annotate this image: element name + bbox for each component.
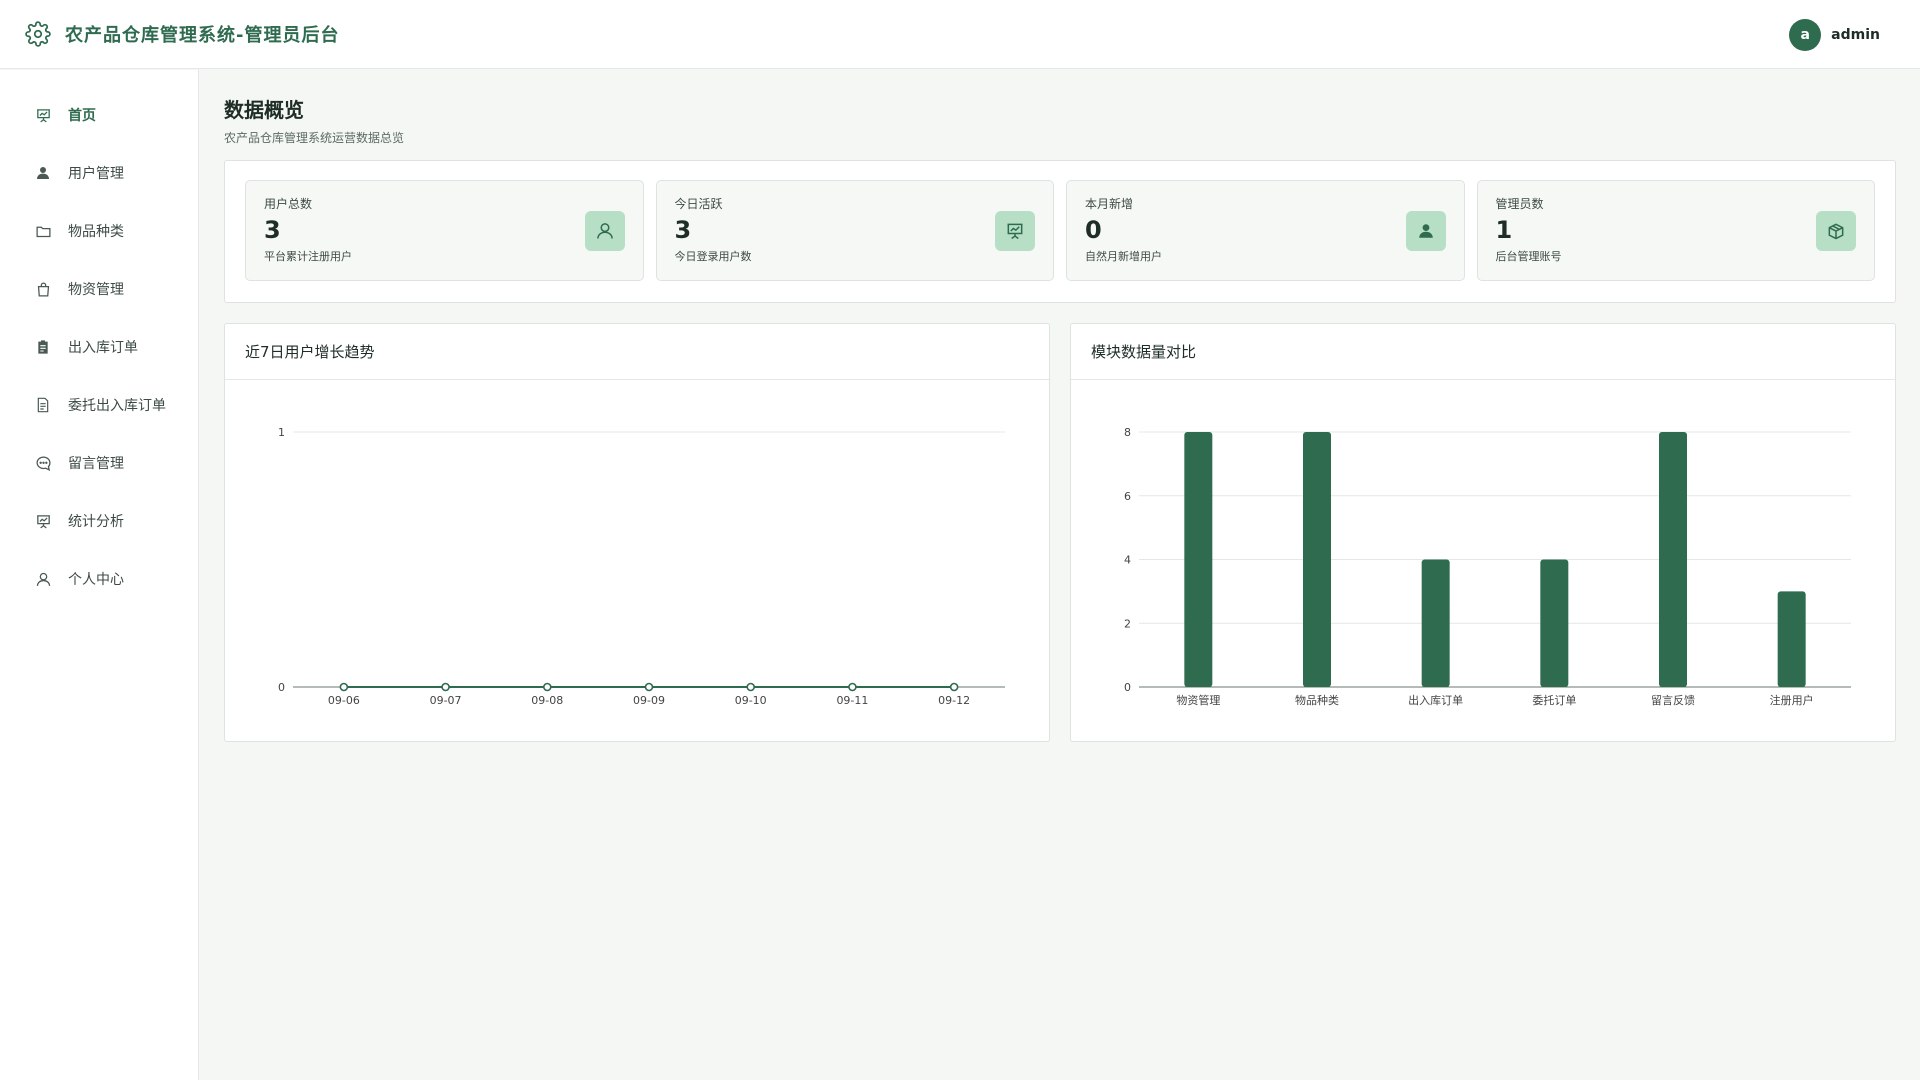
bar bbox=[1303, 432, 1331, 687]
data-point bbox=[542, 682, 552, 692]
sidebar-item-messages[interactable]: 留言管理 bbox=[0, 434, 198, 492]
sidebar-item-label: 首页 bbox=[68, 108, 96, 124]
top-header: 农产品仓库管理系统-管理员后台 a admin bbox=[0, 0, 1920, 69]
user-menu[interactable]: a admin bbox=[1789, 19, 1880, 51]
page-subtitle: 农产品仓库管理系统运营数据总览 bbox=[224, 131, 405, 145]
sidebar-item-label: 物品种类 bbox=[68, 224, 124, 240]
chat-bubble-icon bbox=[34, 454, 52, 472]
stat-card-total-users: 用户总数 3 平台累计注册用户 bbox=[245, 180, 644, 281]
gear-icon[interactable] bbox=[25, 21, 51, 47]
main-content: 数据概览 农产品仓库管理系统运营数据总览 用户总数 3 平台累计注册用户 今日活… bbox=[224, 70, 1896, 742]
x-tick-label: 09-09 bbox=[633, 694, 665, 707]
x-tick-label: 09-12 bbox=[938, 694, 970, 707]
clipboard-icon bbox=[34, 338, 52, 356]
x-tick-label: 09-10 bbox=[735, 694, 767, 707]
stat-card-month-new: 本月新增 0 自然月新增用户 bbox=[1066, 180, 1465, 281]
stat-desc: 平台累计注册用户 bbox=[264, 250, 352, 263]
x-tick-label: 09-11 bbox=[836, 694, 868, 707]
sidebar-item-label: 个人中心 bbox=[68, 572, 124, 588]
folder-icon bbox=[34, 222, 52, 240]
y-tick-label: 0 bbox=[278, 681, 285, 694]
stat-label: 用户总数 bbox=[264, 197, 313, 211]
stat-value: 0 bbox=[1085, 216, 1102, 244]
username[interactable]: admin bbox=[1831, 27, 1880, 43]
sidebar-item-label: 出入库订单 bbox=[68, 340, 138, 356]
bar bbox=[1659, 432, 1687, 687]
data-point bbox=[441, 682, 450, 692]
sidebar-item-label: 委托出入库订单 bbox=[68, 398, 166, 414]
user-outline-icon bbox=[34, 570, 52, 588]
stat-desc: 今日登录用户数 bbox=[674, 250, 752, 263]
sidebar-item-home[interactable]: 首页 bbox=[0, 86, 198, 144]
stat-value: 3 bbox=[674, 216, 692, 244]
x-tick-label: 物资管理 bbox=[1176, 693, 1220, 707]
y-tick-label: 6 bbox=[1124, 490, 1131, 503]
x-tick-label: 09-06 bbox=[328, 694, 360, 707]
user-icon bbox=[34, 164, 52, 182]
x-tick-label: 委托订单 bbox=[1532, 693, 1576, 707]
y-tick-label: 8 bbox=[1124, 426, 1131, 439]
bar bbox=[1184, 432, 1213, 687]
x-tick-label: 注册用户 bbox=[1770, 693, 1814, 707]
sidebar-item-label: 用户管理 bbox=[68, 166, 124, 182]
bar bbox=[1777, 591, 1806, 687]
sidebar: 首页 用户管理 物品种类 物资管理 出入库订单 委托出入库订单 留言管理 统计分… bbox=[0, 70, 199, 1080]
sidebar-item-entrusted-orders[interactable]: 委托出入库订单 bbox=[0, 376, 198, 434]
y-tick-label: 1 bbox=[278, 426, 285, 439]
charts-row: 近7日用户增长趋势 0 1 09-06 09-07 09-08 09-09 09-10 09-… bbox=[224, 323, 1896, 742]
stat-card-today-active: 今日活跃 3 今日登录用户数 bbox=[655, 180, 1054, 281]
stat-value: 3 bbox=[264, 216, 281, 244]
bar bbox=[1540, 559, 1569, 687]
shopping-bag-icon bbox=[34, 280, 52, 298]
app-title: 农产品仓库管理系统-管理员后台 bbox=[65, 25, 340, 46]
x-tick-label: 09-08 bbox=[531, 694, 563, 707]
line-chart: 0 1 09-06 09-07 09-08 09-09 09-10 09-11 09-12 bbox=[278, 426, 1005, 707]
y-tick-label: 2 bbox=[1124, 617, 1131, 630]
sidebar-item-label: 物资管理 bbox=[68, 282, 124, 298]
box-icon bbox=[1816, 211, 1856, 251]
bar bbox=[1421, 559, 1450, 687]
bar-chart-card: 模块数据量对比 0 2 4 6 8 物资管理 物品种类 出入库订单 委托订单 留言反馈 注册用户 bbox=[1070, 323, 1896, 742]
avatar[interactable]: a bbox=[1789, 19, 1822, 51]
chart-title: 近7日用户增长趋势 bbox=[225, 324, 1049, 380]
chart-presentation-icon bbox=[34, 512, 52, 530]
y-tick-label: 0 bbox=[1124, 681, 1131, 694]
stat-card-admins: 管理员数 1 后台管理账号 bbox=[1476, 180, 1875, 281]
sidebar-item-label: 留言管理 bbox=[68, 456, 124, 472]
line-chart-card: 近7日用户增长趋势 0 1 09-06 09-07 09-08 09-09 09-10 09-… bbox=[224, 323, 1050, 742]
sidebar-item-users[interactable]: 用户管理 bbox=[0, 144, 198, 202]
x-tick-label: 出入库订单 bbox=[1408, 693, 1463, 707]
sidebar-item-label: 统计分析 bbox=[68, 514, 124, 530]
stat-label: 管理员数 bbox=[1495, 197, 1544, 211]
chart-title: 模块数据量对比 bbox=[1071, 324, 1895, 380]
stat-label: 本月新增 bbox=[1085, 197, 1134, 211]
chart-presentation-icon bbox=[995, 211, 1035, 251]
x-tick-label: 物品种类 bbox=[1295, 693, 1339, 707]
data-point bbox=[848, 682, 857, 692]
page-title: 数据概览 bbox=[224, 98, 304, 122]
stats-panel: 用户总数 3 平台累计注册用户 今日活跃 3 今日登录用户数 本月新增 0 自然… bbox=[224, 160, 1896, 303]
sidebar-item-statistics[interactable]: 统计分析 bbox=[0, 492, 198, 550]
stat-desc: 后台管理账号 bbox=[1495, 250, 1562, 263]
stat-value: 1 bbox=[1495, 216, 1513, 244]
user-icon bbox=[1405, 211, 1446, 251]
x-tick-label: 留言反馈 bbox=[1651, 694, 1695, 707]
chart-presentation-icon bbox=[34, 106, 52, 124]
bar-chart: 0 2 4 6 8 物资管理 物品种类 出入库订单 委托订单 留言反馈 注册用户 bbox=[1124, 426, 1851, 707]
stat-desc: 自然月新增用户 bbox=[1085, 250, 1162, 263]
sidebar-item-orders[interactable]: 出入库订单 bbox=[0, 318, 198, 376]
data-point bbox=[644, 682, 654, 692]
data-point bbox=[746, 682, 756, 692]
data-point bbox=[949, 682, 959, 692]
document-icon bbox=[34, 396, 52, 414]
x-tick-label: 09-07 bbox=[430, 694, 462, 707]
sidebar-item-materials[interactable]: 物资管理 bbox=[0, 260, 198, 318]
data-point bbox=[339, 682, 349, 692]
user-outline-icon bbox=[584, 211, 625, 251]
y-tick-label: 4 bbox=[1124, 554, 1131, 567]
sidebar-item-profile[interactable]: 个人中心 bbox=[0, 550, 198, 608]
stat-label: 今日活跃 bbox=[674, 197, 723, 211]
sidebar-item-categories[interactable]: 物品种类 bbox=[0, 202, 198, 260]
